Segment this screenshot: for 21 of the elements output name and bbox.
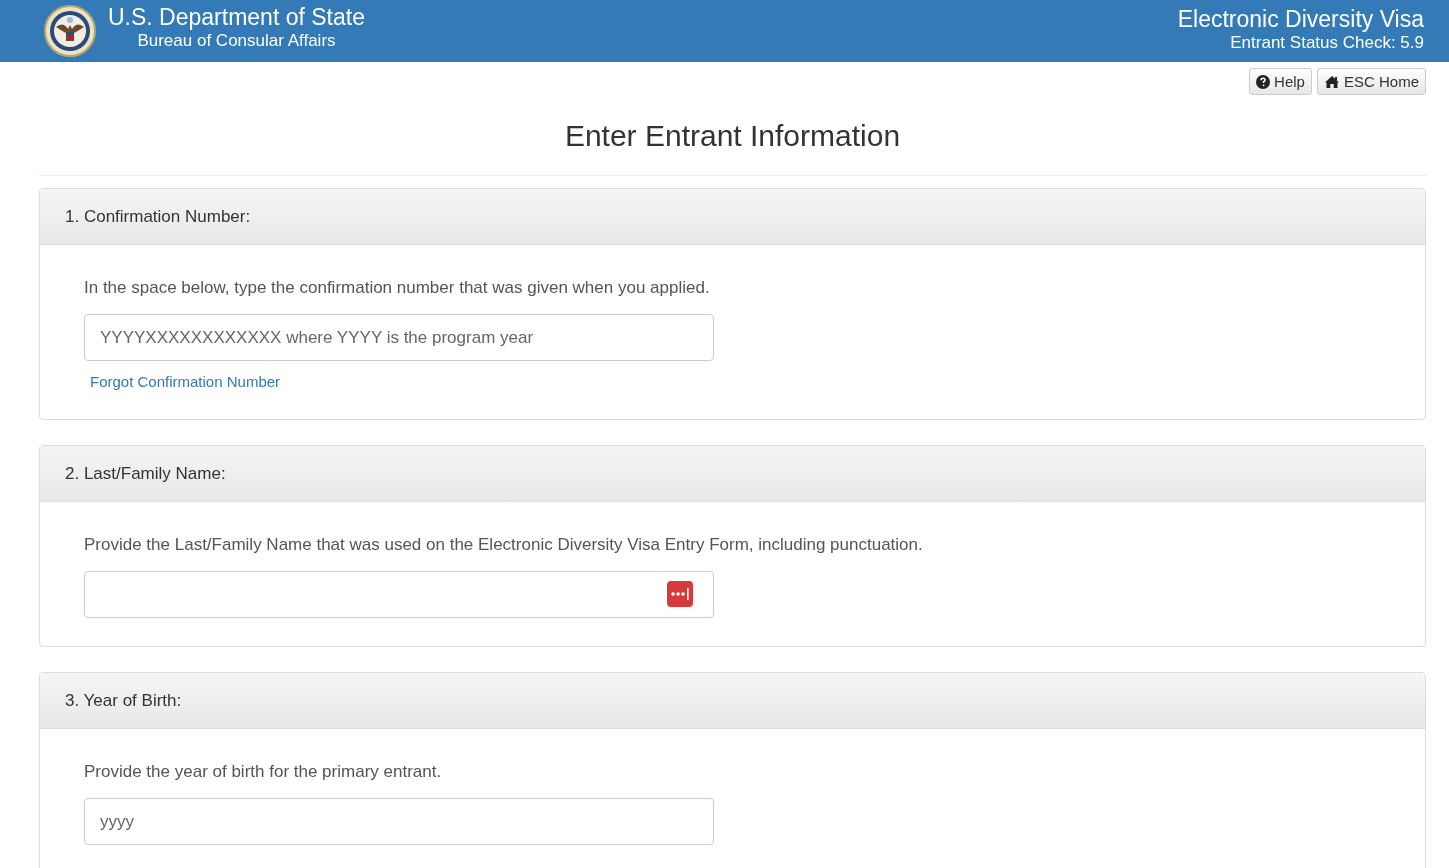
forgot-link[interactable]: Forgot Confirmation Number: [90, 373, 281, 390]
agency-name: U.S. Department of State: [108, 3, 365, 31]
help-button[interactable]: Help: [1249, 68, 1312, 95]
panel-heading: 2. Last/Family Name:: [40, 446, 1425, 502]
home-icon: [1323, 74, 1340, 89]
input-field[interactable]: YYYYXXXXXXXXXXXX where YYYY is the program year: [84, 314, 714, 361]
panel-heading: 3. Year of Birth:: [40, 673, 1425, 729]
bureau-name: Bureau of Consular Affairs: [137, 30, 336, 51]
page-title: Enter Entrant Information: [563, 119, 902, 153]
input-field[interactable]: [84, 571, 714, 618]
instruction-text: In the space below, type the confirmation number that was given when you applied.: [84, 278, 711, 298]
help-icon: [1256, 74, 1271, 89]
panel-heading: 1. Confirmation Number:: [40, 189, 1425, 245]
seal-logo-icon: [44, 5, 96, 57]
instruction-text: Provide the year of birth for the primary entrant.: [84, 762, 443, 782]
home-button[interactable]: ESC Home: [1316, 68, 1426, 95]
program-title: Electronic Diversity Visa: [1177, 5, 1424, 33]
input-field[interactable]: yyyy: [84, 798, 714, 845]
instruction-text: Provide the Last/Family Name that was used on the Electronic Diversity Visa Entry Form, including punctuation.: [84, 535, 924, 555]
password-manager-icon[interactable]: [667, 581, 693, 607]
program-subtitle: Entrant Status Check: 5.9: [1230, 32, 1424, 53]
